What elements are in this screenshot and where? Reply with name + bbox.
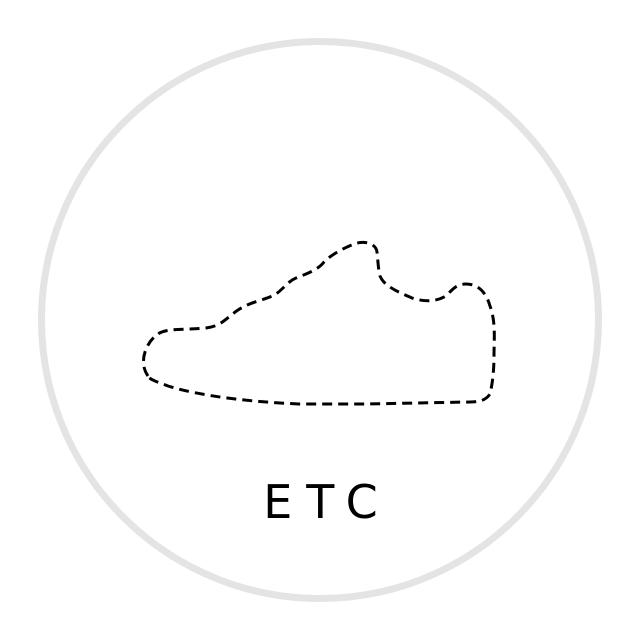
sneaker-icon [142,240,496,406]
category-label: ETC [263,475,392,529]
